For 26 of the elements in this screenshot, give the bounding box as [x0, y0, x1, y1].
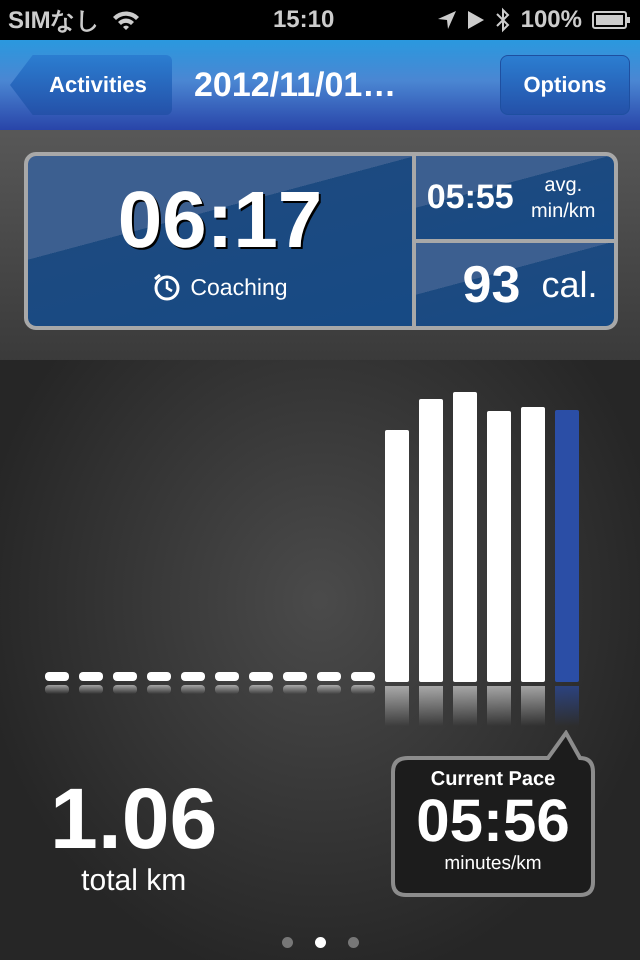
- current-pace-unit: minutes/km: [444, 853, 542, 875]
- clock-text: 15:10: [272, 6, 334, 34]
- bluetooth-icon: [494, 7, 511, 33]
- back-button[interactable]: Activities: [10, 55, 172, 115]
- play-icon: [466, 10, 485, 30]
- options-button[interactable]: Options: [500, 55, 630, 115]
- nav-title: 2012/11/01…: [193, 66, 398, 104]
- average-pace-value: 05:55: [426, 178, 514, 217]
- duration-value: 06:17: [118, 180, 322, 260]
- calories-value: 93: [462, 254, 520, 314]
- location-arrow-icon: [436, 9, 457, 31]
- carrier-text: SIMなし: [8, 6, 101, 36]
- current-pace-label: Current Pace: [430, 768, 556, 791]
- alarm-clock-icon: [152, 272, 182, 302]
- average-pace-unit: avg. min/km: [530, 172, 596, 224]
- calories-unit: cal.: [541, 264, 598, 306]
- page-indicator-dot[interactable]: [348, 937, 358, 948]
- wifi-icon: [110, 9, 141, 31]
- page-indicator-dot[interactable]: [314, 937, 326, 948]
- battery-text: 100%: [520, 6, 582, 34]
- battery-icon: [592, 10, 632, 30]
- page-indicator-dot[interactable]: [282, 937, 292, 948]
- total-distance-value: 1.06: [50, 776, 218, 862]
- coaching-label: Coaching: [190, 274, 288, 300]
- total-distance-label: total km: [81, 864, 186, 898]
- current-pace-value: 05:56: [416, 791, 570, 851]
